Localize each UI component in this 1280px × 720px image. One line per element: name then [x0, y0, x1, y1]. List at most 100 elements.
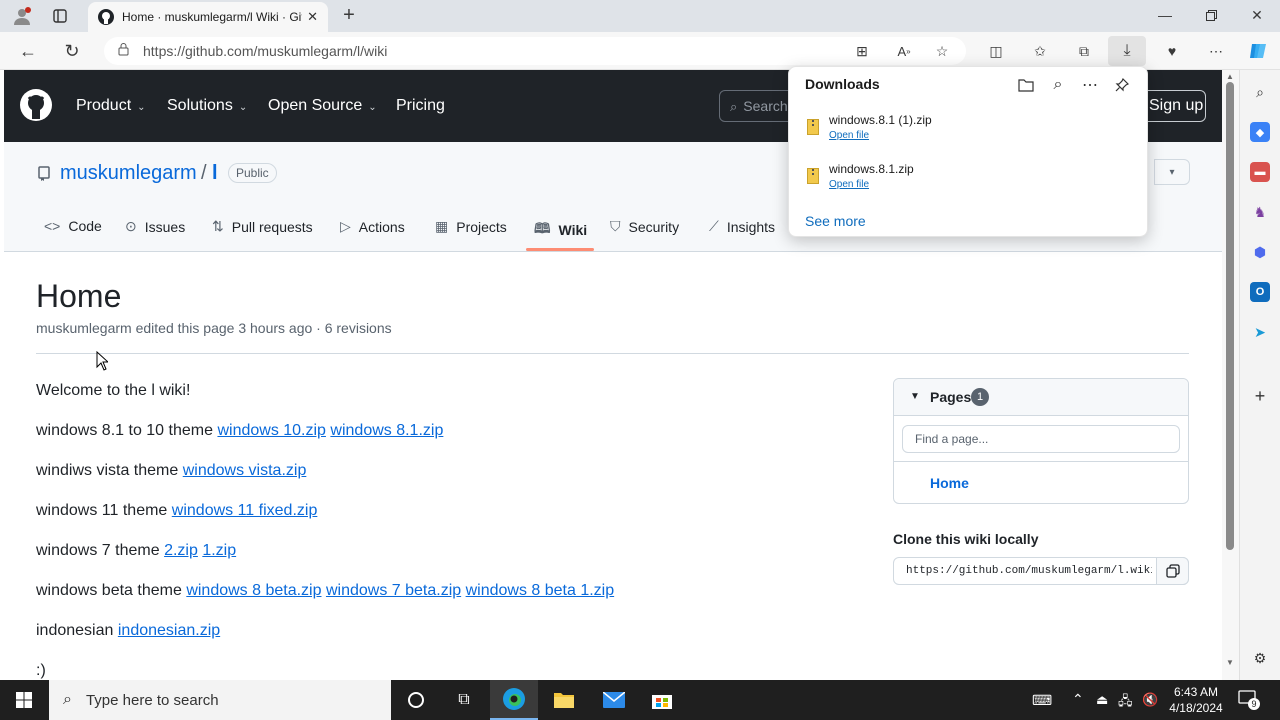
- add-icon[interactable]: +: [1250, 386, 1270, 406]
- lock-icon[interactable]: [118, 43, 129, 59]
- github-logo-icon[interactable]: [20, 89, 52, 121]
- download-link[interactable]: indonesian.zip: [118, 622, 220, 639]
- browser-essentials-icon[interactable]: ♥: [1162, 42, 1182, 60]
- tab-code[interactable]: <> Code: [44, 218, 102, 234]
- address-bar[interactable]: https://github.com/muskumlegarm/l/wiki: [104, 37, 966, 65]
- line-text: windiws vista theme: [36, 462, 179, 479]
- settings-gear-icon[interactable]: ⚙: [1250, 648, 1270, 668]
- pages-header[interactable]: ▼ Pages 1: [894, 379, 1188, 416]
- tab-projects[interactable]: ▦ Projects: [435, 218, 507, 235]
- download-item[interactable]: windows.8.1.zip Open file: [789, 162, 1149, 206]
- close-window-icon[interactable]: ✕: [1248, 6, 1266, 24]
- search-icon: ⌕: [63, 691, 72, 708]
- task-view-icon[interactable]: ⧉: [440, 680, 488, 720]
- browser-tab[interactable]: Home · muskumlegarm/l Wiki · GitHub ✕: [88, 2, 328, 32]
- download-filename: windows.8.1 (1).zip: [829, 113, 932, 127]
- usb-icon[interactable]: ⏏: [1096, 692, 1108, 708]
- tab-close-icon[interactable]: ✕: [307, 9, 318, 25]
- search-downloads-icon[interactable]: ⌕: [1046, 73, 1070, 97]
- nav-solutions[interactable]: Solutions ⌄: [167, 97, 247, 115]
- repo-owner-link[interactable]: muskumlegarm: [60, 162, 197, 185]
- scroll-thumb[interactable]: [1226, 82, 1234, 550]
- download-link[interactable]: 2.zip: [164, 542, 198, 559]
- shopping-icon[interactable]: ◆: [1250, 122, 1270, 142]
- keyboard-icon[interactable]: ⌨: [1032, 692, 1052, 709]
- tab-insights[interactable]: ⟋ Insights: [709, 218, 775, 235]
- tab-wiki[interactable]: 🕮 Wiki: [534, 218, 587, 242]
- more-menu-icon[interactable]: ⋯: [1206, 42, 1226, 60]
- new-tab-icon[interactable]: +: [338, 4, 360, 26]
- nav-pricing[interactable]: Pricing: [396, 97, 445, 115]
- open-file-link[interactable]: Open file: [829, 179, 869, 190]
- notifications-icon[interactable]: 9: [1238, 690, 1260, 710]
- repo-name-link[interactable]: l: [212, 162, 218, 185]
- tray-chevron-icon[interactable]: ⌃: [1072, 691, 1084, 708]
- app-available-icon[interactable]: ⊞: [852, 42, 872, 60]
- search-icon: ⌕: [730, 99, 738, 114]
- tab-pull-requests[interactable]: ⇅ Pull requests: [212, 218, 313, 235]
- tab-actions-icon[interactable]: [50, 6, 70, 26]
- split-screen-icon[interactable]: ◫: [986, 42, 1006, 60]
- profile-icon[interactable]: [10, 4, 34, 28]
- repo-action-dropdown[interactable]: ▾: [1154, 159, 1190, 185]
- collections-icon[interactable]: ⧉: [1074, 42, 1094, 60]
- microsoft-365-icon[interactable]: ⬢: [1250, 242, 1270, 262]
- download-link[interactable]: windows 10.zip: [217, 422, 326, 439]
- tab-insights-label: Insights: [726, 218, 776, 235]
- tab-actions[interactable]: ▷ Actions: [340, 218, 405, 235]
- scroll-down-icon[interactable]: ▼: [1226, 658, 1234, 667]
- file-explorer-icon[interactable]: [540, 680, 588, 720]
- scroll-up-icon[interactable]: ▲: [1226, 72, 1234, 81]
- back-icon[interactable]: ←: [18, 41, 38, 61]
- refresh-icon[interactable]: ↻: [62, 41, 82, 61]
- download-link[interactable]: windows 8 beta 1.zip: [466, 582, 615, 599]
- caret-down-icon[interactable]: ▼: [910, 391, 920, 402]
- copy-icon[interactable]: [1156, 557, 1189, 585]
- copilot-icon[interactable]: [1246, 40, 1270, 62]
- windows-start-icon[interactable]: [0, 680, 48, 720]
- drop-icon[interactable]: ➤: [1250, 322, 1270, 342]
- nav-product[interactable]: Product ⌄: [76, 97, 146, 115]
- mail-icon[interactable]: [590, 680, 638, 720]
- cortana-icon[interactable]: [392, 680, 440, 720]
- downloads-flyout: Downloads ⌕ ⋯ windows.8.1 (1).zip Open f…: [788, 66, 1148, 237]
- pin-icon[interactable]: [1110, 73, 1134, 97]
- outlook-icon[interactable]: O: [1250, 282, 1270, 302]
- tab-issues[interactable]: ⊙ Issues: [125, 218, 185, 235]
- download-link[interactable]: windows 8 beta.zip: [186, 582, 321, 599]
- open-file-link[interactable]: Open file: [829, 130, 869, 141]
- tab-security[interactable]: ⛉ Security: [610, 218, 679, 235]
- favorites-icon[interactable]: ✩: [1030, 42, 1050, 60]
- nav-open-source[interactable]: Open Source ⌄: [268, 97, 377, 115]
- download-link[interactable]: windows 11 fixed.zip: [172, 502, 318, 519]
- taskbar-search[interactable]: ⌕ Type here to search: [49, 680, 391, 720]
- clone-url-text[interactable]: https://github.com/muskumlegarm/l.wiki.g…: [906, 565, 1152, 577]
- url-text[interactable]: https://github.com/muskumlegarm/l/wiki: [143, 43, 387, 59]
- open-folder-icon[interactable]: [1014, 73, 1038, 97]
- page-link-home[interactable]: Home: [930, 475, 969, 491]
- download-link[interactable]: windows 7 beta.zip: [326, 582, 461, 599]
- network-icon[interactable]: 🖧: [1118, 692, 1133, 714]
- read-aloud-icon[interactable]: A»: [894, 42, 914, 60]
- line-text: windows beta theme: [36, 582, 182, 599]
- edge-app-icon[interactable]: [490, 680, 538, 720]
- page-scrollbar[interactable]: ▲ ▼: [1222, 70, 1239, 680]
- download-item[interactable]: windows.8.1 (1).zip Open file: [789, 113, 1149, 157]
- tools-icon[interactable]: ▬: [1250, 162, 1270, 182]
- clone-url-field[interactable]: https://github.com/muskumlegarm/l.wiki.g…: [893, 557, 1189, 585]
- store-icon[interactable]: [638, 680, 686, 720]
- games-icon[interactable]: ♞: [1250, 202, 1270, 222]
- find-page-input[interactable]: [902, 425, 1180, 453]
- download-link[interactable]: windows 8.1.zip: [330, 422, 443, 439]
- search-icon[interactable]: ⌕: [1250, 82, 1270, 102]
- downloads-icon[interactable]: ⤓: [1108, 36, 1146, 66]
- minimize-icon[interactable]: —: [1156, 6, 1174, 24]
- more-options-icon[interactable]: ⋯: [1078, 73, 1102, 97]
- see-more-link[interactable]: See more: [805, 213, 866, 229]
- favorite-star-icon[interactable]: ☆: [932, 42, 952, 60]
- maximize-icon[interactable]: [1202, 6, 1220, 24]
- download-link[interactable]: windows vista.zip: [183, 462, 307, 479]
- download-link[interactable]: 1.zip: [202, 542, 236, 559]
- taskbar-clock[interactable]: 6:43 AM 4/18/2024: [1166, 684, 1226, 716]
- volume-muted-icon[interactable]: 🔇: [1142, 692, 1158, 708]
